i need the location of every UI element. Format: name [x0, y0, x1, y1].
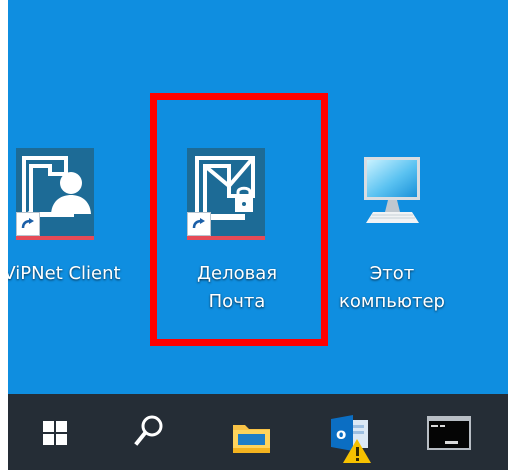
search-icon[interactable] [132, 412, 166, 450]
windows-logo-pane [43, 421, 54, 432]
desktop-icon-label-line-2: компьютер [339, 291, 445, 312]
command-prompt-icon[interactable] [427, 416, 471, 450]
windows-logo-pane [56, 434, 67, 445]
vipnet-client-user-icon [16, 148, 94, 240]
desktop: ViPNet Client Деловая Почта Этот компьют… [8, 0, 508, 394]
desktop-icon-label: ViPNet Client [8, 263, 121, 284]
shortcut-arrow-icon [16, 212, 40, 236]
desktop-icon-label-line-1: Деловая [196, 263, 278, 284]
windows-start-icon[interactable] [43, 421, 67, 445]
desktop-icon-label-line-2: Почта [208, 291, 266, 312]
desktop-icon-label-line-1: Этот [369, 263, 415, 284]
shortcut-arrow-icon [187, 212, 211, 236]
taskbar: o [8, 394, 508, 470]
file-explorer-icon[interactable] [230, 417, 274, 459]
this-pc-monitor-icon [357, 154, 425, 232]
desktop-icon-label: Деловая Почта [171, 260, 303, 316]
svg-text:o: o [336, 425, 346, 443]
windows-logo-pane [43, 434, 54, 445]
business-mail-lock-icon [187, 148, 265, 240]
outlook-warning-icon[interactable]: o [328, 412, 376, 464]
windows-logo-pane [56, 421, 67, 432]
desktop-icon-label: Этот компьютер [326, 260, 458, 316]
